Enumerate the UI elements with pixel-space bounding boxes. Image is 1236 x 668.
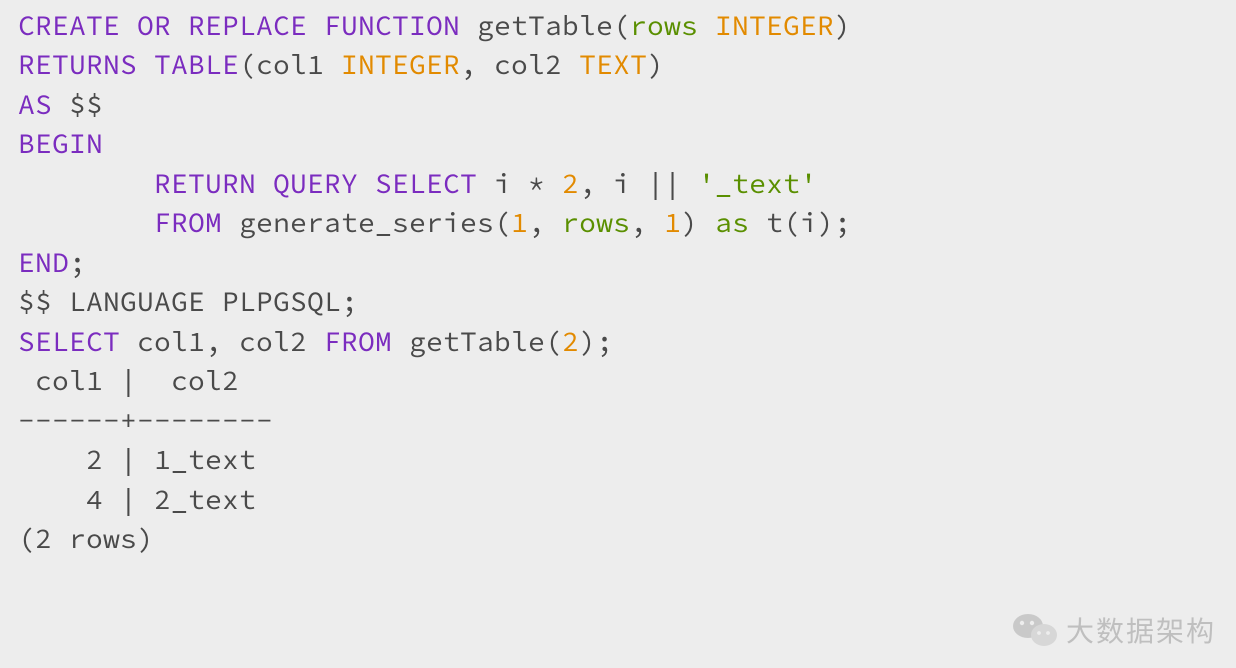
- expr: i *: [477, 165, 562, 201]
- alias: t(i);: [749, 204, 851, 240]
- function-name: getTable(: [460, 7, 630, 43]
- result-header: col1 | col2: [18, 362, 273, 398]
- number-literal: 1: [664, 204, 681, 240]
- dollar-quote: $$: [52, 86, 103, 122]
- number-literal: 1: [511, 204, 528, 240]
- punct: ): [681, 204, 715, 240]
- type-name: INTEGER: [341, 46, 460, 82]
- indent: [18, 204, 154, 240]
- column-decl: , col2: [460, 46, 579, 82]
- number-literal: 2: [562, 323, 579, 359]
- result-row: 4 | 2_text: [18, 481, 256, 517]
- column-list: col1, col2: [120, 323, 324, 359]
- indent: [18, 165, 154, 201]
- watermark-text: 大数据架构: [1066, 610, 1216, 650]
- punct: ;: [69, 244, 86, 280]
- sql-keyword: END: [18, 244, 69, 280]
- func-call: getTable(: [392, 323, 562, 359]
- punct: ): [834, 7, 851, 43]
- func-call: generate_series(: [222, 204, 511, 240]
- expr: , i ||: [579, 165, 698, 201]
- sql-keyword: FROM: [324, 323, 392, 359]
- sql-keyword: RETURNS TABLE: [18, 46, 239, 82]
- punct: ): [647, 46, 664, 82]
- punct: );: [579, 323, 613, 359]
- string-literal: '_text': [698, 165, 817, 201]
- sql-keyword: BEGIN: [18, 125, 103, 161]
- column-decl: (col1: [239, 46, 341, 82]
- sql-keyword: as: [715, 204, 749, 240]
- punct: ,: [630, 204, 664, 240]
- sql-keyword: SELECT: [18, 323, 120, 359]
- param-name: rows: [630, 7, 715, 43]
- sql-keyword: RETURN QUERY SELECT: [154, 165, 477, 201]
- type-name: TEXT: [579, 46, 647, 82]
- language-decl: $$ LANGUAGE PLPGSQL;: [18, 283, 358, 319]
- result-footer: (2 rows): [18, 520, 154, 556]
- number-literal: 2: [562, 165, 579, 201]
- sql-keyword: CREATE OR REPLACE FUNCTION: [18, 7, 460, 43]
- watermark: 大数据架构: [1012, 610, 1216, 650]
- sql-keyword: FROM: [154, 204, 222, 240]
- wechat-icon: [1012, 611, 1058, 649]
- type-name: INTEGER: [715, 7, 834, 43]
- sql-keyword: AS: [18, 86, 52, 122]
- result-row: 2 | 1_text: [18, 441, 256, 477]
- identifier: rows: [562, 204, 630, 240]
- result-separator: ------+--------: [18, 402, 273, 438]
- punct: ,: [528, 204, 562, 240]
- code-block: CREATE OR REPLACE FUNCTION getTable(rows…: [0, 0, 1236, 559]
